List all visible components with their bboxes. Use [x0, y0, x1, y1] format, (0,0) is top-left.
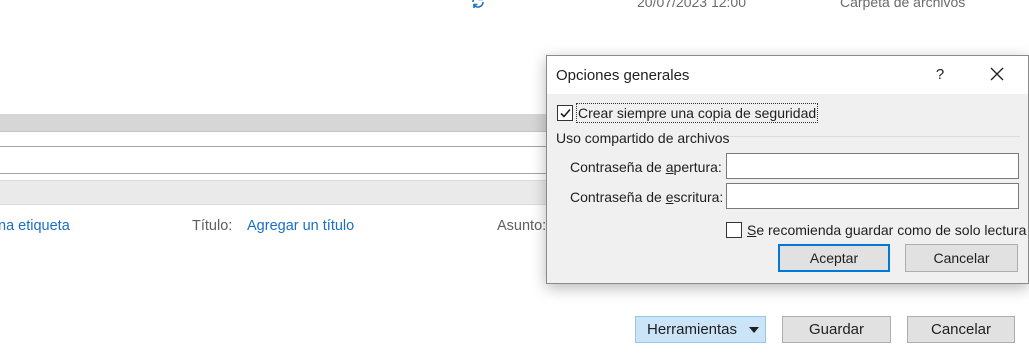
ok-button[interactable]: Aceptar: [778, 244, 890, 272]
file-type: Carpeta de archivos: [840, 0, 966, 10]
sync-icon: [472, 0, 484, 8]
close-button[interactable]: [979, 59, 1015, 89]
tools-button[interactable]: Herramientas: [635, 316, 766, 343]
tags-link[interactable]: na etiqueta: [0, 218, 70, 234]
backup-checkbox[interactable]: [557, 105, 573, 121]
general-options-dialog: Opciones generales ? Crear siempre una c…: [546, 55, 1029, 284]
open-password-label: Contraseña de apertura:: [570, 159, 722, 175]
subject-label: Asunto:: [497, 218, 547, 234]
dialog-cancel-button[interactable]: Cancelar: [905, 244, 1018, 272]
dialog-titlebar: Opciones generales ?: [547, 56, 1028, 94]
readonly-checkbox-label: Se recomienda guardar como de solo lectu…: [747, 222, 1027, 238]
dialog-title: Opciones generales: [556, 67, 690, 84]
sharing-group-label: Uso compartido de archivos: [556, 130, 730, 146]
title-link[interactable]: Agregar un título: [247, 218, 354, 234]
file-list-row[interactable]: 20/07/2023 12:00 Carpeta de archivos: [0, 0, 1029, 14]
save-button[interactable]: Guardar: [782, 316, 891, 343]
modified-date: 20/07/2023 12:00: [637, 0, 746, 10]
readonly-checkbox-row[interactable]: Se recomienda guardar como de solo lectu…: [726, 222, 1026, 238]
backup-checkbox-label: Crear siempre una copia de seguridad: [575, 103, 819, 123]
help-button[interactable]: ?: [925, 59, 955, 89]
group-divider: [730, 136, 1020, 137]
checkmark-icon: [560, 108, 571, 118]
help-icon: ?: [935, 65, 945, 83]
chevron-down-icon: [749, 327, 759, 333]
write-password-label: Contraseña de escritura:: [570, 189, 724, 205]
backup-checkbox-row[interactable]: Crear siempre una copia de seguridad: [557, 103, 819, 123]
readonly-checkbox[interactable]: [726, 222, 742, 238]
open-password-input[interactable]: [726, 153, 1019, 179]
title-label: Título:: [192, 218, 233, 234]
close-icon: [990, 67, 1004, 81]
cancel-button[interactable]: Cancelar: [907, 316, 1015, 343]
write-password-input[interactable]: [726, 183, 1019, 209]
tools-button-label: Herramientas: [647, 321, 738, 338]
